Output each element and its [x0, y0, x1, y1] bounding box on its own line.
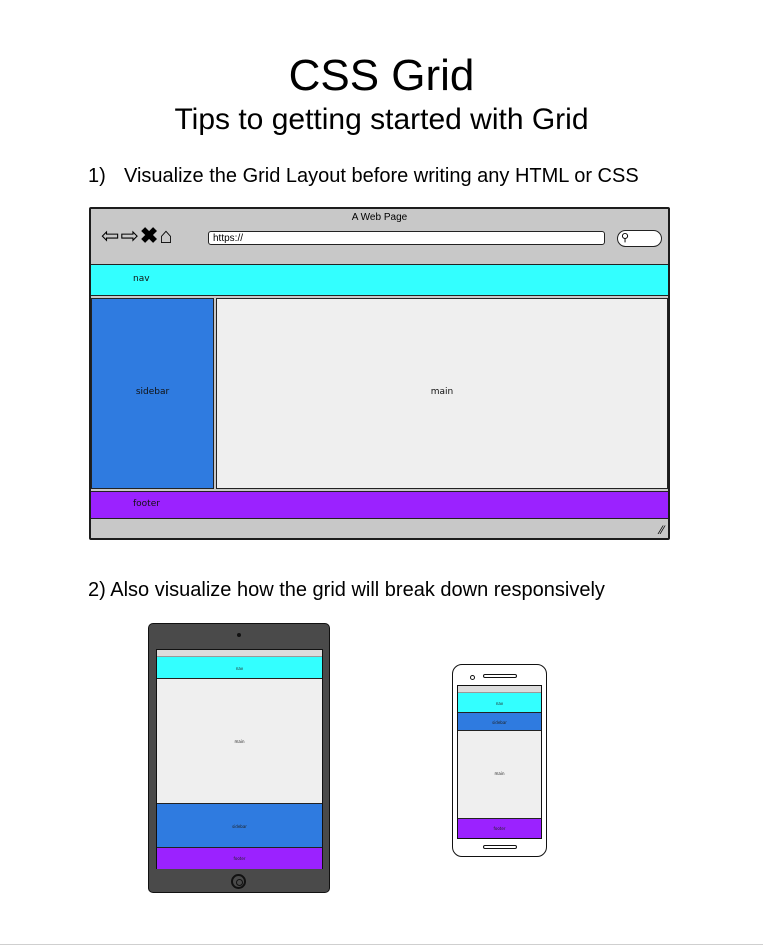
phone-home-bar-icon — [483, 845, 517, 849]
nav-region: nav — [91, 264, 668, 296]
main-label: main — [430, 387, 454, 397]
browser-toolbar: ⇦⇨✖⌂ — [101, 224, 174, 248]
tablet-footer-label: footer — [233, 856, 246, 861]
home-button-icon — [231, 874, 246, 889]
forward-arrow-icon: ⇨ — [120, 223, 140, 248]
back-arrow-icon: ⇦ — [101, 223, 121, 248]
step-1: 1) Visualize the Grid Layout before writi… — [88, 164, 639, 188]
phone-nav-label: nav — [495, 701, 504, 706]
phone-footer-region: footer — [458, 819, 541, 838]
nav-label: nav — [133, 274, 150, 284]
tablet-screen: nav main sidebar footer — [156, 649, 323, 869]
phone-main-region: main — [458, 731, 541, 819]
phone-main-label: main — [494, 771, 505, 776]
phone-sidebar-region: sidebar — [458, 713, 541, 731]
tablet-sidebar-label: sidebar — [232, 824, 247, 829]
tablet-nav-label: nav — [235, 666, 244, 671]
tablet-footer-region: footer — [157, 848, 322, 869]
resize-handle-icon: ⁄⁄ — [659, 523, 664, 537]
search-icon: ⚲ — [617, 230, 662, 247]
page-subtitle: Tips to getting started with Grid — [174, 103, 589, 136]
camera-icon — [470, 675, 475, 680]
phone-nav-region: nav — [458, 693, 541, 713]
tablet-status-bar — [157, 650, 322, 657]
phone-footer-label: footer — [493, 826, 506, 831]
main-region: main — [216, 298, 668, 489]
home-icon: ⌂ — [159, 223, 174, 248]
sidebar-label: sidebar — [135, 387, 170, 397]
camera-icon — [237, 633, 241, 637]
browser-window-title: A Web Page — [351, 212, 408, 223]
phone-status-bar — [458, 686, 541, 693]
sidebar-region: sidebar — [91, 298, 214, 489]
page-title: CSS Grid — [288, 51, 475, 100]
phone-sidebar-label: sidebar — [492, 720, 507, 725]
tablet-mockup: nav main sidebar footer — [148, 623, 330, 893]
tablet-nav-region: nav — [157, 657, 322, 679]
phone-screen: nav sidebar main footer — [457, 685, 542, 839]
step-1-text: Visualize the Grid Layout before writing… — [124, 165, 639, 187]
speaker-icon — [483, 674, 517, 678]
footer-region: footer — [91, 491, 668, 519]
desktop-browser-mockup: A Web Page ⇦⇨✖⌂ https:// ⚲ nav sidebar m… — [89, 207, 670, 540]
page-divider — [0, 944, 763, 945]
url-bar: https:// — [208, 231, 605, 245]
tablet-sidebar-region: sidebar — [157, 804, 322, 848]
step-2: 2) Also visualize how the grid will brea… — [88, 579, 605, 601]
phone-mockup: nav sidebar main footer — [452, 664, 547, 857]
tablet-main-label: main — [234, 739, 245, 744]
step-1-number: 1) — [88, 165, 106, 187]
close-icon: ✖ — [139, 223, 160, 248]
tablet-main-region: main — [157, 679, 322, 804]
footer-label: footer — [133, 499, 160, 509]
